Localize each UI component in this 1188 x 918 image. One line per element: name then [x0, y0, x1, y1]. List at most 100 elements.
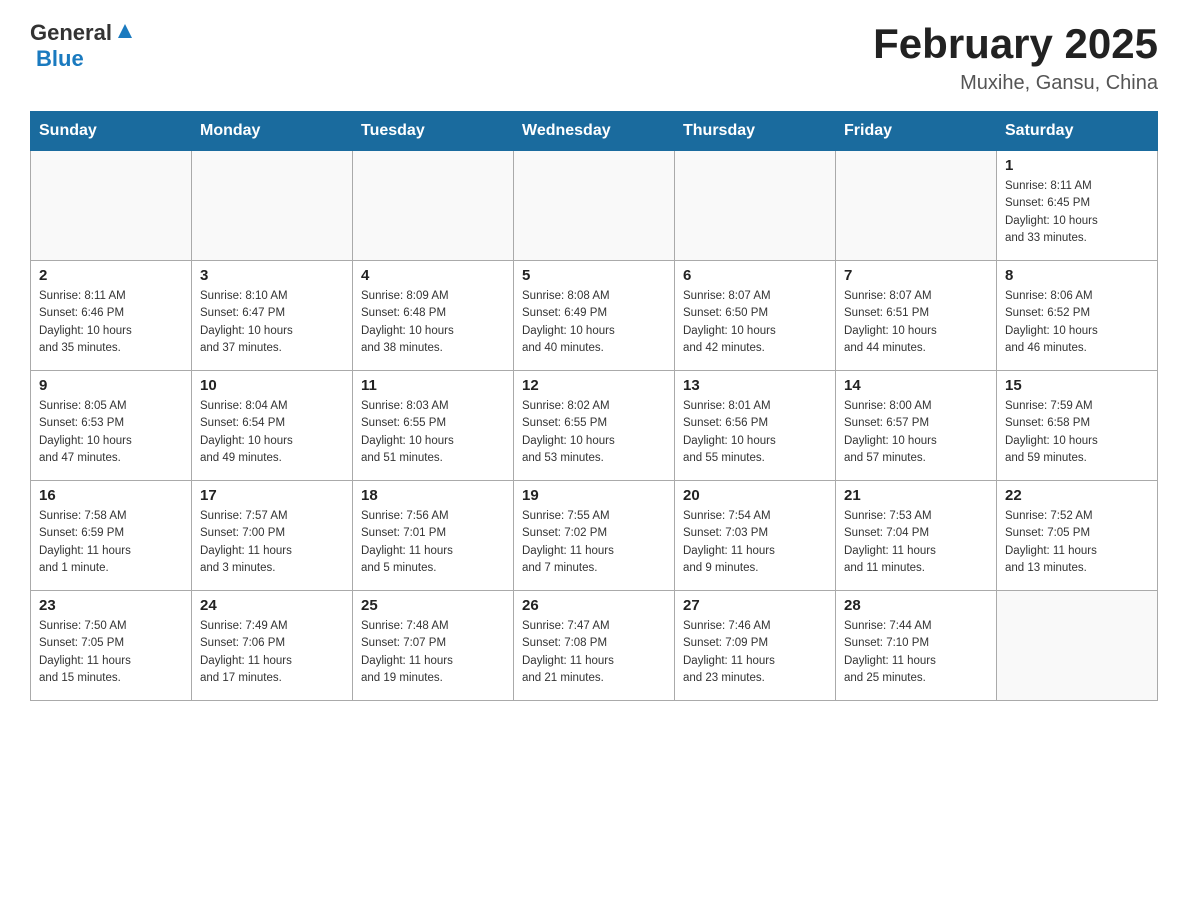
day-info: Sunrise: 7:48 AM Sunset: 7:07 PM Dayligh…	[361, 618, 505, 687]
weekday-header-thursday: Thursday	[675, 112, 836, 151]
day-number: 6	[683, 267, 827, 284]
calendar-cell: 8 Sunrise: 8:06 AM Sunset: 6:52 PM Daylig…	[997, 261, 1158, 371]
calendar-cell: 11 Sunrise: 8:03 AM Sunset: 6:55 PM Dayli…	[353, 371, 514, 481]
day-number: 10	[200, 377, 344, 394]
weekday-header-friday: Friday	[836, 112, 997, 151]
day-info: Sunrise: 8:03 AM Sunset: 6:55 PM Dayligh…	[361, 398, 505, 467]
day-info: Sunrise: 7:56 AM Sunset: 7:01 PM Dayligh…	[361, 508, 505, 577]
day-info: Sunrise: 7:53 AM Sunset: 7:04 PM Dayligh…	[844, 508, 988, 577]
day-info: Sunrise: 8:04 AM Sunset: 6:54 PM Dayligh…	[200, 398, 344, 467]
calendar-cell	[836, 151, 997, 261]
calendar-cell: 15 Sunrise: 7:59 AM Sunset: 6:58 PM Dayli…	[997, 371, 1158, 481]
calendar-cell	[514, 151, 675, 261]
day-info: Sunrise: 7:58 AM Sunset: 6:59 PM Dayligh…	[39, 508, 183, 577]
calendar-header: SundayMondayTuesdayWednesdayThursdayFrid…	[31, 112, 1158, 151]
calendar-cell	[997, 591, 1158, 701]
day-info: Sunrise: 7:49 AM Sunset: 7:06 PM Dayligh…	[200, 618, 344, 687]
day-info: Sunrise: 7:57 AM Sunset: 7:00 PM Dayligh…	[200, 508, 344, 577]
calendar-cell	[353, 151, 514, 261]
calendar-week-row: 2 Sunrise: 8:11 AM Sunset: 6:46 PM Daylig…	[31, 261, 1158, 371]
day-info: Sunrise: 7:47 AM Sunset: 7:08 PM Dayligh…	[522, 618, 666, 687]
title-section: February 2025 Muxihe, Gansu, China	[873, 20, 1158, 95]
day-number: 21	[844, 487, 988, 504]
day-info: Sunrise: 8:01 AM Sunset: 6:56 PM Dayligh…	[683, 398, 827, 467]
day-number: 19	[522, 487, 666, 504]
day-info: Sunrise: 8:00 AM Sunset: 6:57 PM Dayligh…	[844, 398, 988, 467]
calendar-cell: 9 Sunrise: 8:05 AM Sunset: 6:53 PM Daylig…	[31, 371, 192, 481]
calendar-cell: 23 Sunrise: 7:50 AM Sunset: 7:05 PM Dayli…	[31, 591, 192, 701]
day-info: Sunrise: 8:06 AM Sunset: 6:52 PM Dayligh…	[1005, 288, 1149, 357]
calendar-cell: 5 Sunrise: 8:08 AM Sunset: 6:49 PM Daylig…	[514, 261, 675, 371]
day-number: 13	[683, 377, 827, 394]
calendar-cell: 19 Sunrise: 7:55 AM Sunset: 7:02 PM Dayli…	[514, 481, 675, 591]
calendar-cell: 13 Sunrise: 8:01 AM Sunset: 6:56 PM Dayli…	[675, 371, 836, 481]
weekday-header-wednesday: Wednesday	[514, 112, 675, 151]
day-info: Sunrise: 7:44 AM Sunset: 7:10 PM Dayligh…	[844, 618, 988, 687]
day-info: Sunrise: 8:08 AM Sunset: 6:49 PM Dayligh…	[522, 288, 666, 357]
calendar-cell: 22Sunrise: 7:52 AM Sunset: 7:05 PM Dayli…	[997, 481, 1158, 591]
calendar-cell: 7Sunrise: 8:07 AM Sunset: 6:51 PM Daylig…	[836, 261, 997, 371]
day-number: 5	[522, 267, 666, 284]
weekday-header-saturday: Saturday	[997, 112, 1158, 151]
calendar-cell	[192, 151, 353, 261]
day-number: 28	[844, 597, 988, 614]
calendar-cell: 6 Sunrise: 8:07 AM Sunset: 6:50 PM Daylig…	[675, 261, 836, 371]
calendar-cell: 12 Sunrise: 8:02 AM Sunset: 6:55 PM Dayli…	[514, 371, 675, 481]
calendar-cell: 14Sunrise: 8:00 AM Sunset: 6:57 PM Dayli…	[836, 371, 997, 481]
day-number: 24	[200, 597, 344, 614]
calendar-cell: 2 Sunrise: 8:11 AM Sunset: 6:46 PM Daylig…	[31, 261, 192, 371]
day-number: 16	[39, 487, 183, 504]
day-number: 26	[522, 597, 666, 614]
logo-general-text: General	[30, 20, 112, 46]
calendar-week-row: 23 Sunrise: 7:50 AM Sunset: 7:05 PM Dayli…	[31, 591, 1158, 701]
calendar-cell: 3Sunrise: 8:10 AM Sunset: 6:47 PM Daylig…	[192, 261, 353, 371]
day-number: 11	[361, 377, 505, 394]
calendar-subtitle: Muxihe, Gansu, China	[873, 72, 1158, 95]
calendar-cell	[31, 151, 192, 261]
calendar-cell: 24 Sunrise: 7:49 AM Sunset: 7:06 PM Dayli…	[192, 591, 353, 701]
day-number: 9	[39, 377, 183, 394]
day-number: 12	[522, 377, 666, 394]
calendar-table: SundayMondayTuesdayWednesdayThursdayFrid…	[30, 111, 1158, 701]
day-info: Sunrise: 8:05 AM Sunset: 6:53 PM Dayligh…	[39, 398, 183, 467]
calendar-cell: 27Sunrise: 7:46 AM Sunset: 7:09 PM Dayli…	[675, 591, 836, 701]
calendar-cell	[675, 151, 836, 261]
calendar-cell: 21 Sunrise: 7:53 AM Sunset: 7:04 PM Dayli…	[836, 481, 997, 591]
calendar-cell: 17 Sunrise: 7:57 AM Sunset: 7:00 PM Dayli…	[192, 481, 353, 591]
day-info: Sunrise: 7:59 AM Sunset: 6:58 PM Dayligh…	[1005, 398, 1149, 467]
day-info: Sunrise: 8:02 AM Sunset: 6:55 PM Dayligh…	[522, 398, 666, 467]
logo-triangle-icon	[114, 20, 136, 40]
calendar-body: 1Sunrise: 8:11 AM Sunset: 6:45 PM Daylig…	[31, 151, 1158, 701]
logo: General Blue	[30, 20, 136, 72]
calendar-title: February 2025	[873, 20, 1158, 68]
day-info: Sunrise: 7:55 AM Sunset: 7:02 PM Dayligh…	[522, 508, 666, 577]
calendar-cell: 16 Sunrise: 7:58 AM Sunset: 6:59 PM Dayli…	[31, 481, 192, 591]
day-info: Sunrise: 8:07 AM Sunset: 6:51 PM Dayligh…	[844, 288, 988, 357]
calendar-cell: 10 Sunrise: 8:04 AM Sunset: 6:54 PM Dayli…	[192, 371, 353, 481]
logo-blue-text: Blue	[36, 46, 84, 71]
day-info: Sunrise: 8:10 AM Sunset: 6:47 PM Dayligh…	[200, 288, 344, 357]
day-info: Sunrise: 8:11 AM Sunset: 6:46 PM Dayligh…	[39, 288, 183, 357]
weekday-header-sunday: Sunday	[31, 112, 192, 151]
calendar-cell: 28 Sunrise: 7:44 AM Sunset: 7:10 PM Dayli…	[836, 591, 997, 701]
day-number: 23	[39, 597, 183, 614]
calendar-cell: 26 Sunrise: 7:47 AM Sunset: 7:08 PM Dayli…	[514, 591, 675, 701]
day-info: Sunrise: 7:50 AM Sunset: 7:05 PM Dayligh…	[39, 618, 183, 687]
day-number: 25	[361, 597, 505, 614]
calendar-cell: 20Sunrise: 7:54 AM Sunset: 7:03 PM Dayli…	[675, 481, 836, 591]
day-info: Sunrise: 7:46 AM Sunset: 7:09 PM Dayligh…	[683, 618, 827, 687]
day-info: Sunrise: 8:07 AM Sunset: 6:50 PM Dayligh…	[683, 288, 827, 357]
weekday-header-monday: Monday	[192, 112, 353, 151]
calendar-cell: 1Sunrise: 8:11 AM Sunset: 6:45 PM Daylig…	[997, 151, 1158, 261]
day-number: 4	[361, 267, 505, 284]
day-number: 18	[361, 487, 505, 504]
day-number: 2	[39, 267, 183, 284]
day-number: 20	[683, 487, 827, 504]
day-info: Sunrise: 7:52 AM Sunset: 7:05 PM Dayligh…	[1005, 508, 1149, 577]
weekday-header-tuesday: Tuesday	[353, 112, 514, 151]
day-number: 15	[1005, 377, 1149, 394]
calendar-cell: 4Sunrise: 8:09 AM Sunset: 6:48 PM Daylig…	[353, 261, 514, 371]
calendar-cell: 18 Sunrise: 7:56 AM Sunset: 7:01 PM Dayli…	[353, 481, 514, 591]
day-number: 8	[1005, 267, 1149, 284]
day-number: 17	[200, 487, 344, 504]
